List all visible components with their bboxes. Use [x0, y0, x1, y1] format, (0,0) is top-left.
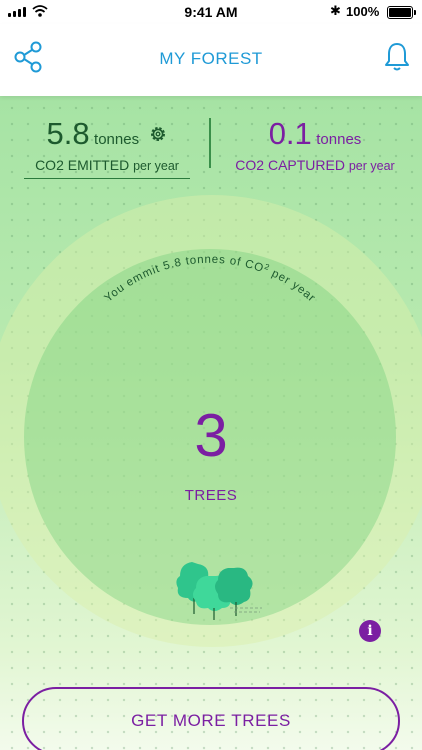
bell-icon — [385, 43, 409, 71]
emitted-value: 5.8 — [46, 116, 90, 151]
captured-unit: tonnes — [316, 131, 362, 148]
get-more-trees-button[interactable]: GET MORE TREES — [22, 687, 400, 750]
svg-text:You emmit 5.8 tonnes of CO2 pe: You emmit 5.8 tonnes of CO2 per year — [102, 254, 317, 305]
tree-cluster — [176, 562, 262, 620]
captured-label: CO2 CAPTURED per year — [224, 157, 406, 178]
info-icon[interactable]: i — [359, 620, 381, 642]
app-header: MY FOREST — [0, 24, 422, 96]
emitted-label-suffix: per year — [133, 159, 179, 173]
tree-count: 3 — [194, 402, 228, 469]
battery-percent: 100% — [346, 4, 380, 19]
status-bar: 9:41 AM ✱ 100% — [0, 0, 422, 24]
arc-message-suffix: per year — [266, 266, 317, 305]
gear-icon[interactable] — [148, 124, 168, 144]
emitted-stat: 5.8 tonnes CO2 EMITTED per year — [24, 116, 190, 179]
captured-value: 0.1 — [268, 116, 312, 151]
emitted-label-text: CO2 EMITTED — [35, 157, 130, 173]
arc-message-text: You emmit 5.8 tonnes of CO — [102, 254, 265, 305]
tree-label: TREES — [184, 487, 238, 504]
captured-label-text: CO2 CAPTURED — [235, 157, 345, 173]
emitted-label: CO2 EMITTED per year — [24, 157, 190, 179]
bluetooth-icon: ✱ — [330, 3, 341, 18]
forest-panel: 5.8 tonnes CO2 EMITTED per year 0.1 tonn… — [0, 96, 422, 750]
emitted-unit: tonnes — [94, 131, 140, 148]
battery-icon — [387, 6, 416, 19]
captured-label-suffix: per year — [348, 159, 395, 173]
page-title: MY FOREST — [159, 49, 263, 68]
captured-stat: 0.1 tonnes CO2 CAPTURED per year — [224, 116, 406, 178]
stat-divider — [209, 118, 211, 168]
emission-arc-message: You emmit 5.8 tonnes of CO2 per year — [102, 254, 317, 305]
notifications-button[interactable] — [381, 40, 413, 74]
